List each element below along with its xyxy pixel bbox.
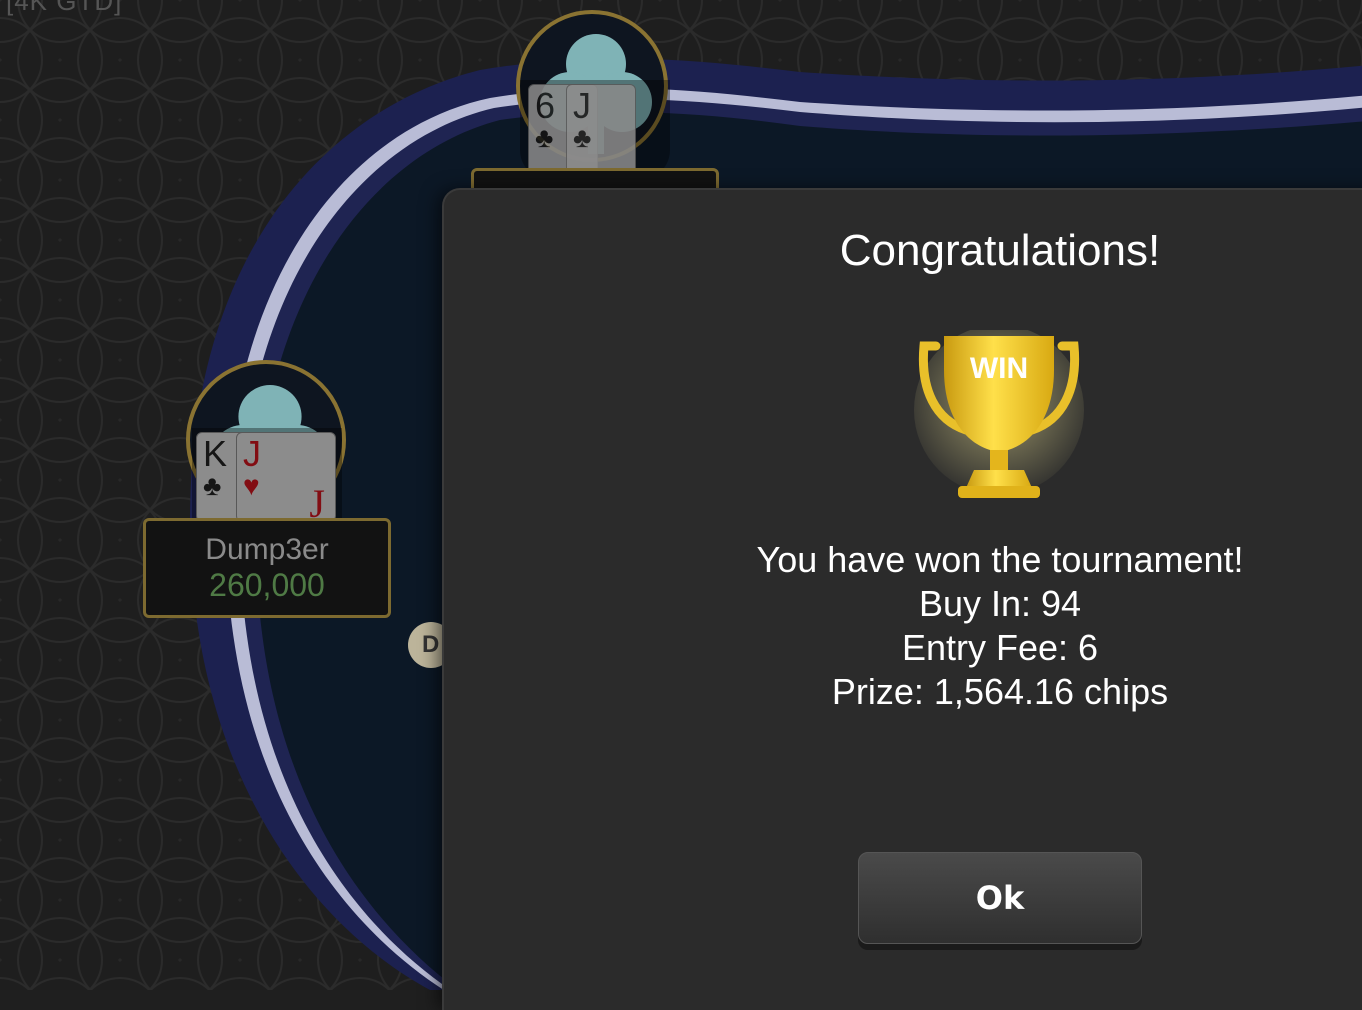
- dialog-title: Congratulations!: [839, 226, 1161, 275]
- left-seat-dim: [192, 428, 342, 524]
- trophy-label: WIN: [970, 352, 1028, 385]
- prize-line: Prize: 1,564.16 chips: [831, 671, 1169, 712]
- left-seat-name: Dump3er: [205, 533, 329, 566]
- buy-in-line: Buy In: 94: [918, 583, 1082, 624]
- trophy-icon: WIN: [914, 330, 1084, 498]
- top-seat-dim: [520, 80, 670, 180]
- left-seat-chips: 260,000: [209, 567, 325, 603]
- win-dialog: Congratulations! WIN You have won the to…: [444, 190, 1362, 1010]
- entry-fee-line: Entry Fee: 6: [901, 627, 1099, 668]
- result-message: You have won the tournament! Buy In: 94 …: [444, 538, 1362, 714]
- left-seat-nameplate: Dump3er 260,000: [143, 518, 391, 618]
- win-line: You have won the tournament!: [756, 539, 1244, 580]
- ok-button[interactable]: Ok: [858, 852, 1142, 944]
